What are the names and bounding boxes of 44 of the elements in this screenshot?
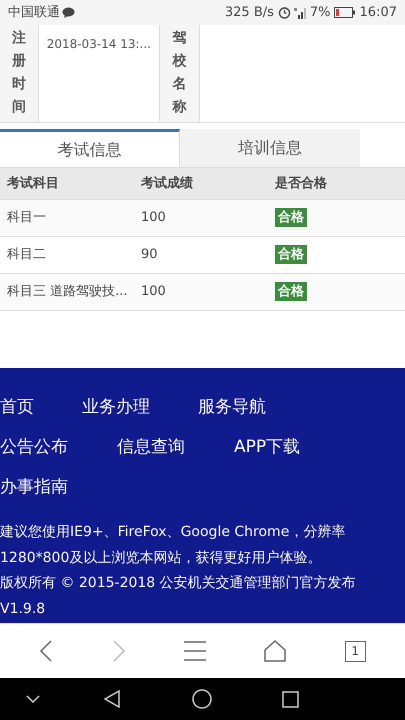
field-value: 2018-03-14 13:... bbox=[46, 37, 151, 51]
footer-link[interactable]: 办事指南 bbox=[0, 475, 117, 501]
footer-text: 1280*800及以上浏览本网站，获得更好用户体验。 bbox=[0, 548, 322, 568]
pass-badge: 合格 bbox=[275, 245, 307, 264]
tab[interactable]: 考试信息 bbox=[0, 129, 180, 167]
tab-count-button[interactable]: 1 bbox=[344, 640, 366, 662]
table-cell: 100 bbox=[141, 284, 166, 300]
table-cell: 90 bbox=[141, 247, 158, 262]
column-header: 考试科目 bbox=[7, 176, 59, 191]
chevron-down-icon[interactable] bbox=[26, 695, 40, 703]
column-header: 是否合格 bbox=[275, 176, 327, 191]
table-cell: 科目一 bbox=[7, 210, 46, 226]
table-cell: 科目三 道路驾驶技... bbox=[7, 284, 128, 300]
footer-text: 版权所有 © 2015-2018 公安机关交通管理部门官方发布 bbox=[0, 574, 357, 593]
footer-text: V1.9.8 bbox=[0, 600, 46, 618]
back-triangle-icon[interactable] bbox=[104, 690, 120, 708]
column-header: 考试成绩 bbox=[141, 176, 193, 191]
table-cell: 科目二 bbox=[7, 247, 46, 262]
back-icon[interactable] bbox=[39, 639, 54, 663]
table-cell: 100 bbox=[141, 210, 166, 226]
pass-badge: 合格 bbox=[275, 282, 307, 302]
home-circle-icon[interactable] bbox=[192, 689, 212, 709]
carrier-text: 中国联通 bbox=[8, 4, 60, 22]
network-speed-text: 325 B/s bbox=[224, 4, 274, 22]
battery-percent-text: 7% bbox=[310, 4, 331, 22]
pass-badge: 合格 bbox=[275, 208, 307, 228]
footer-text: 建议您使用IE9+、FireFox、Google Chrome，分辨率 bbox=[0, 523, 346, 542]
footer-link[interactable]: 业务办理 bbox=[82, 395, 198, 421]
home-icon[interactable] bbox=[264, 640, 286, 662]
signal-icon bbox=[294, 6, 308, 18]
footer-link[interactable]: 服务导航 bbox=[198, 395, 314, 421]
footer-link[interactable]: 信息查询 bbox=[117, 435, 234, 461]
recents-square-icon[interactable] bbox=[282, 690, 299, 708]
chat-bubble-icon bbox=[62, 7, 75, 18]
alarm-icon bbox=[278, 6, 291, 19]
field-label: 驾校名称 bbox=[172, 29, 186, 117]
footer-link[interactable]: 首页 bbox=[0, 395, 82, 421]
footer-link[interactable]: 公告公布 bbox=[0, 435, 117, 461]
menu-icon[interactable] bbox=[184, 641, 206, 661]
field-label: 注册时间 bbox=[12, 28, 26, 117]
tab[interactable]: 培训信息 bbox=[180, 129, 360, 167]
footer-link[interactable]: APP下载 bbox=[234, 435, 351, 461]
clock-text: 16:07 bbox=[360, 4, 397, 22]
battery-icon bbox=[334, 7, 356, 18]
